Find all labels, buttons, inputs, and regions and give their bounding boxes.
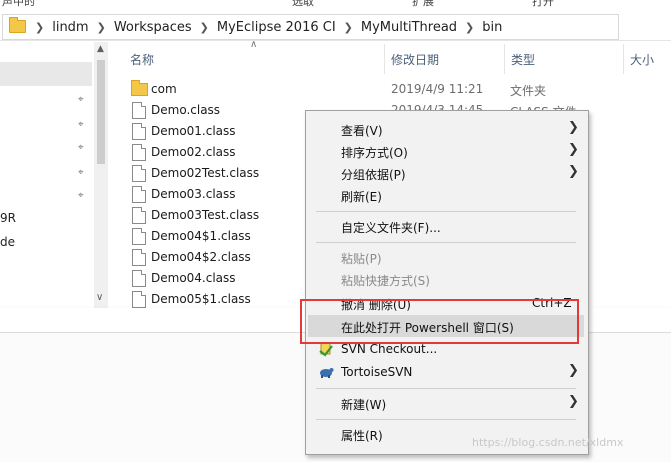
- submenu-arrow-icon: ❯: [568, 394, 579, 409]
- file-name: Demo04.class: [151, 271, 236, 285]
- file-name: Demo03.class: [151, 187, 236, 201]
- menu-item-view[interactable]: 查看(V) ❯: [308, 118, 584, 140]
- ribbon-text: 扩展: [412, 0, 434, 8]
- file-name: Demo05$1.class: [151, 292, 251, 306]
- pin-icon[interactable]: ⌖: [78, 168, 86, 178]
- breadcrumb-item[interactable]: bin: [482, 20, 502, 35]
- submenu-arrow-icon: ❯: [568, 142, 579, 157]
- column-divider[interactable]: [384, 44, 385, 74]
- file-icon: [132, 207, 146, 224]
- file-icon: [132, 186, 146, 203]
- file-name: Demo02Test.class: [151, 166, 260, 180]
- context-menu: 查看(V) ❯ 排序方式(O) ❯ 分组依据(P) ❯ 刷新(E) 自定义文件夹…: [305, 110, 589, 455]
- ribbon-strip: 声中的 选取 扩展 打开: [0, 0, 671, 8]
- menu-item-label: 新建(W): [341, 398, 387, 412]
- nav-scrollbar[interactable]: ▲ ∨: [94, 42, 108, 308]
- file-icon: [132, 144, 146, 161]
- file-icon: [132, 291, 146, 308]
- breadcrumb-item[interactable]: MyMultiThread: [361, 20, 457, 35]
- file-name: com: [151, 82, 177, 96]
- pin-icon[interactable]: ⌖: [78, 191, 86, 201]
- chevron-right-icon[interactable]: ❯: [200, 21, 209, 34]
- chevron-right-icon[interactable]: ❯: [465, 21, 474, 34]
- menu-separator: [316, 242, 576, 243]
- column-header-modified[interactable]: 修改日期: [391, 45, 439, 73]
- sort-ascending-icon: ∧: [250, 39, 258, 50]
- menu-item-new[interactable]: 新建(W) ❯: [308, 392, 584, 414]
- nav-item[interactable]: de: [0, 235, 15, 249]
- folder-icon: [131, 80, 148, 96]
- file-name: Demo.class: [151, 103, 221, 117]
- submenu-arrow-icon: ❯: [568, 120, 579, 135]
- file-icon: [132, 228, 146, 245]
- file-icon: [132, 123, 146, 140]
- menu-separator: [316, 388, 576, 389]
- file-icon: [132, 249, 146, 266]
- column-header-size[interactable]: 大小: [630, 45, 654, 73]
- menu-item-label: 排序方式(O): [341, 146, 408, 160]
- submenu-arrow-icon: ❯: [568, 363, 579, 378]
- file-name: Demo02.class: [151, 145, 236, 159]
- pin-icon[interactable]: ⌖: [78, 120, 86, 130]
- menu-item-group[interactable]: 分组依据(P) ❯: [308, 162, 584, 184]
- scroll-down-icon[interactable]: ∨: [96, 292, 103, 303]
- chevron-right-icon[interactable]: ❯: [97, 21, 106, 34]
- pin-icon[interactable]: ⌖: [78, 95, 86, 105]
- file-name: Demo04$2.class: [151, 250, 251, 264]
- chevron-right-icon[interactable]: ❯: [35, 21, 44, 34]
- ribbon-text: 打开: [532, 0, 554, 8]
- menu-item-label: 属性(R): [341, 429, 383, 443]
- file-date: 2019/4/9 11:21: [391, 82, 484, 96]
- submenu-arrow-icon: ❯: [568, 164, 579, 179]
- menu-item-label: 自定义文件夹(F)...: [341, 221, 441, 235]
- breadcrumb-item[interactable]: MyEclipse 2016 CI: [217, 20, 336, 35]
- menu-item-label: 粘贴(P): [341, 252, 382, 266]
- ribbon-text: 声中的: [2, 0, 35, 8]
- menu-item-label: 刷新(E): [341, 190, 382, 204]
- column-header-type[interactable]: 类型: [511, 45, 535, 73]
- menu-item-sort[interactable]: 排序方式(O) ❯: [308, 140, 584, 162]
- menu-item-label: 粘贴快捷方式(S): [341, 274, 430, 288]
- breadcrumb-item[interactable]: Workspaces: [114, 20, 192, 35]
- file-icon: [132, 270, 146, 287]
- menu-separator: [316, 419, 576, 420]
- file-icon: [132, 102, 146, 119]
- file-name: Demo01.class: [151, 124, 236, 138]
- chevron-right-icon[interactable]: ❯: [344, 21, 353, 34]
- scrollbar-thumb[interactable]: [97, 60, 105, 164]
- list-item[interactable]: com 2019/4/9 11:21 文件夹: [130, 79, 610, 100]
- breadcrumb-item[interactable]: lindm: [52, 20, 88, 35]
- nav-item[interactable]: 9R: [0, 211, 16, 225]
- nav-selected-item[interactable]: [0, 62, 92, 86]
- tortoise-icon: [318, 364, 334, 380]
- file-type: 文件夹: [510, 84, 547, 98]
- pin-icon[interactable]: ⌖: [78, 143, 86, 153]
- breadcrumb: ❯ lindm ❯ Workspaces ❯ MyEclipse 2016 CI…: [27, 15, 502, 39]
- ribbon-text: 选取: [292, 0, 314, 8]
- scroll-up-icon[interactable]: ▲: [97, 44, 104, 54]
- file-name: Demo04$1.class: [151, 229, 251, 243]
- file-name: Demo03Test.class: [151, 208, 260, 222]
- menu-item-customize-folder[interactable]: 自定义文件夹(F)...: [308, 215, 584, 237]
- menu-item-paste[interactable]: 粘贴(P): [308, 246, 584, 268]
- folder-icon: [9, 17, 26, 33]
- menu-item-tortoisesvn[interactable]: TortoiseSVN ❯: [308, 361, 584, 383]
- menu-item-label: 查看(V): [341, 124, 383, 138]
- menu-item-paste-shortcut[interactable]: 粘贴快捷方式(S): [308, 268, 584, 290]
- column-divider[interactable]: [504, 44, 505, 74]
- menu-item-refresh[interactable]: 刷新(E): [308, 184, 584, 206]
- menu-separator: [316, 211, 576, 212]
- address-box[interactable]: ❯ lindm ❯ Workspaces ❯ MyEclipse 2016 CI…: [2, 14, 619, 40]
- address-bar: ❯ lindm ❯ Workspaces ❯ MyEclipse 2016 CI…: [0, 10, 671, 41]
- file-icon: [132, 165, 146, 182]
- column-header-name[interactable]: 名称: [130, 45, 154, 73]
- menu-item-label: TortoiseSVN: [341, 365, 413, 379]
- menu-item-label: SVN Checkout...: [341, 342, 438, 356]
- column-divider[interactable]: [623, 44, 624, 74]
- highlight-annotation-box: [300, 299, 579, 344]
- watermark: https://blog.csdn.net/xldmx: [472, 436, 624, 449]
- menu-item-label: 分组依据(P): [341, 168, 406, 182]
